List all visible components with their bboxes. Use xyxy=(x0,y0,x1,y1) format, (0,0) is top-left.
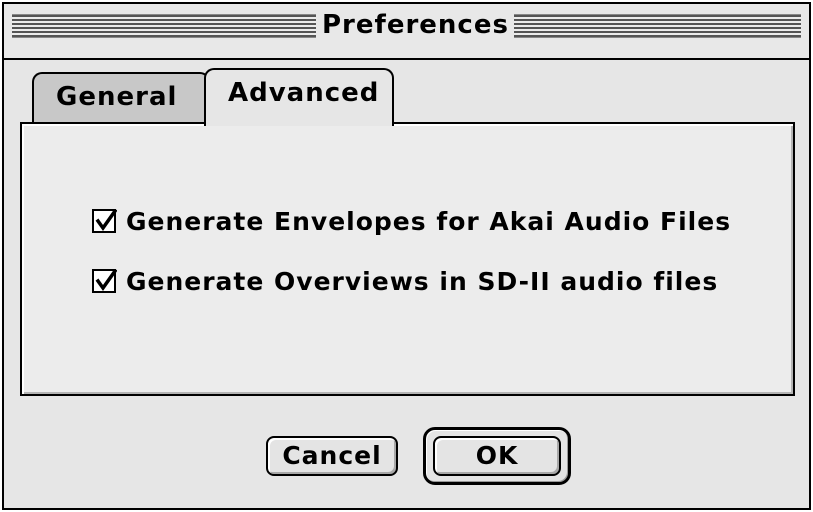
option-generate-overviews[interactable]: Generate Overviews in SD-II audio files xyxy=(92,266,718,296)
title-bar-stripes-right xyxy=(514,14,801,38)
preferences-dialog: Preferences General Advanced Generate En… xyxy=(2,2,811,510)
option-label: Generate Overviews in SD-II audio files xyxy=(126,266,719,296)
option-generate-envelopes[interactable]: Generate Envelopes for Akai Audio Files xyxy=(92,206,731,236)
title-bar[interactable]: Preferences xyxy=(4,4,809,60)
checkmark-icon xyxy=(95,269,117,292)
tab-general[interactable]: General xyxy=(32,72,210,124)
checkbox-generate-envelopes[interactable] xyxy=(92,209,117,233)
advanced-tab-panel: Generate Envelopes for Akai Audio Files … xyxy=(20,122,795,396)
title-bar-stripes-left xyxy=(12,14,316,38)
cancel-button[interactable]: Cancel xyxy=(266,436,398,476)
default-button-ring: OK xyxy=(423,427,571,485)
checkbox-generate-overviews[interactable] xyxy=(92,269,117,293)
option-label: Generate Envelopes for Akai Audio Files xyxy=(126,206,732,236)
tab-advanced[interactable]: Advanced xyxy=(204,68,394,126)
checkmark-icon xyxy=(95,209,117,232)
window-title: Preferences xyxy=(322,10,509,40)
ok-button[interactable]: OK xyxy=(433,436,561,476)
